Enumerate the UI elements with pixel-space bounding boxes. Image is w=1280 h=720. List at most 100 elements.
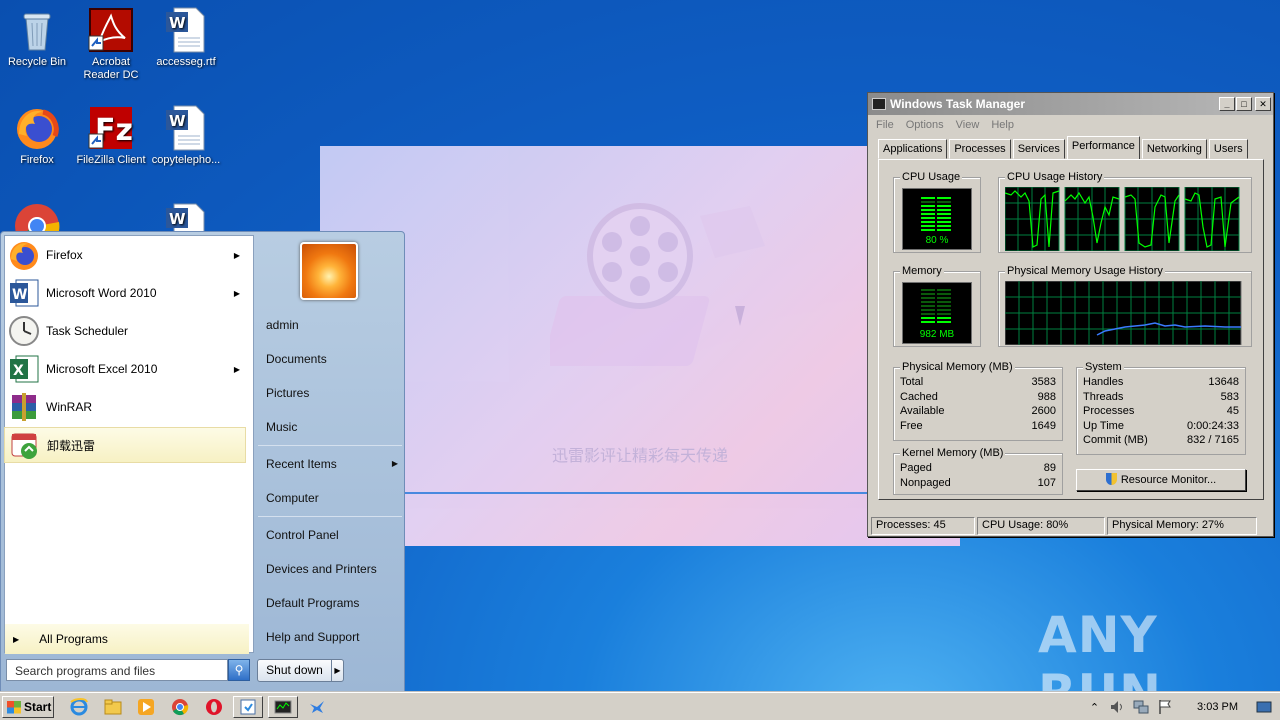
acrobat-icon — [87, 6, 135, 54]
search-icon[interactable]: ⚲ — [228, 659, 250, 681]
desktop-icon-accesseg[interactable]: W accesseg.rtf — [149, 6, 223, 69]
start-link-recent-items[interactable]: Recent Items ▶ — [266, 457, 398, 471]
tab-applications[interactable]: Applications — [878, 139, 948, 159]
start-link-pictures[interactable]: Pictures — [266, 386, 309, 400]
recycle-bin-icon — [13, 6, 61, 54]
tab-performance[interactable]: Performance — [1066, 136, 1140, 159]
xunlei-bird-icon[interactable] — [306, 697, 328, 717]
start-link-devices-printers[interactable]: Devices and Printers — [266, 562, 377, 576]
resource-monitor-button[interactable]: Resource Monitor... — [1076, 469, 1246, 491]
program-task-scheduler[interactable]: Task Scheduler — [4, 313, 246, 349]
program-label: Task Scheduler — [46, 324, 129, 338]
network-icon[interactable] — [1133, 699, 1149, 715]
tab-processes[interactable]: Processes — [949, 139, 1011, 159]
stat-value: 89 — [1043, 462, 1056, 474]
submenu-arrow-icon: ▶ — [233, 364, 240, 374]
xunlei-splash-window: 迅雷影评让精彩每天传递 — [320, 146, 960, 546]
task-manager-icon — [872, 98, 886, 110]
windows-logo-icon — [7, 700, 21, 714]
program-label: Firefox — [46, 248, 83, 262]
firefox-icon — [8, 239, 40, 271]
program-word-2010[interactable]: W Microsoft Word 2010 ▶ — [4, 275, 246, 311]
taskbar-task-manager[interactable] — [268, 696, 298, 718]
program-uninstall-xunlei[interactable]: 卸载迅雷 — [4, 427, 246, 463]
svg-text:W: W — [169, 14, 186, 32]
program-excel-2010[interactable]: X Microsoft Excel 2010 ▶ — [4, 351, 246, 387]
desktop-icon-filezilla[interactable]: Fz FileZilla Client — [74, 104, 148, 167]
show-desktop-icon[interactable] — [1256, 699, 1272, 715]
system-tray: ⌃ 3:03 PM — [1084, 696, 1276, 718]
submenu-arrow-icon: ▶ — [233, 250, 240, 260]
stat-label: Threads — [1083, 391, 1124, 403]
user-avatar[interactable] — [300, 242, 358, 300]
start-link-computer[interactable]: Computer — [266, 491, 319, 505]
volume-icon[interactable] — [1109, 699, 1125, 715]
stat-label: Nonpaged — [900, 477, 951, 489]
chrome-icon[interactable] — [169, 697, 191, 717]
ie-icon[interactable] — [68, 697, 90, 717]
stat-row: Threads 583 — [1083, 391, 1239, 403]
excel-icon: X — [8, 353, 40, 385]
stat-label: Available — [900, 405, 945, 417]
start-search-input[interactable]: Search programs and files — [6, 659, 228, 681]
start-link-default-programs[interactable]: Default Programs — [266, 596, 359, 610]
start-link-music[interactable]: Music — [266, 420, 297, 434]
kernel-memory-group: Kernel Memory (MB) Paged 89 Nonpaged 107 — [893, 447, 1063, 495]
program-firefox[interactable]: Firefox ▶ — [4, 237, 246, 273]
cpu-usage-meter: 80 % — [902, 188, 972, 250]
memory-history-graph — [1005, 281, 1242, 345]
task-manager-titlebar[interactable]: Windows Task Manager — [868, 93, 1273, 115]
desktop-icon-label: copytelepho... — [151, 154, 221, 166]
menu-options[interactable]: Options — [906, 119, 944, 131]
tab-services[interactable]: Services — [1012, 139, 1065, 159]
shutdown-button[interactable]: Shut down — [257, 659, 332, 682]
desktop-icon-acrobat[interactable]: Acrobat Reader DC — [74, 6, 148, 82]
close-button[interactable]: ✕ — [1255, 97, 1271, 111]
stat-value: 45 — [1226, 405, 1239, 417]
action-center-flag-icon[interactable] — [1157, 699, 1173, 715]
stat-row: Processes 45 — [1083, 405, 1239, 417]
desktop-icon-recycle-bin[interactable]: Recycle Bin — [0, 6, 74, 69]
start-link-admin[interactable]: admin — [266, 318, 299, 332]
program-winrar[interactable]: WinRAR — [4, 389, 246, 425]
shield-icon — [1105, 473, 1117, 485]
tab-strip: Applications Processes Services Performa… — [878, 136, 1250, 159]
program-label: Microsoft Excel 2010 — [46, 362, 158, 376]
start-link-control-panel[interactable]: Control Panel — [266, 528, 339, 542]
maximize-button[interactable]: □ — [1236, 97, 1252, 111]
system-group: System Handles 13648 Threads 583 Processes… — [1076, 361, 1246, 455]
desktop-icon-firefox[interactable]: Firefox — [0, 104, 74, 167]
desktop-icon-copytelepho[interactable]: W copytelepho... — [149, 104, 223, 167]
minimize-button[interactable]: _ — [1219, 97, 1235, 111]
menu-view[interactable]: View — [956, 119, 980, 131]
tab-users[interactable]: Users — [1208, 139, 1248, 159]
stat-row: Handles 13648 — [1083, 376, 1239, 388]
status-bar: Processes: 45 CPU Usage: 80% Physical Me… — [871, 517, 1271, 535]
shutdown-options-button[interactable]: ▶ — [331, 659, 344, 682]
stat-label: Commit (MB) — [1083, 434, 1148, 446]
desktop-icon-label: FileZilla Client — [76, 154, 146, 166]
opera-icon[interactable] — [203, 697, 225, 717]
desktop-icon-label: Recycle Bin — [7, 56, 67, 68]
all-programs-button[interactable]: ▶ All Programs — [5, 624, 249, 654]
start-link-help-support[interactable]: Help and Support — [266, 630, 359, 644]
group-title: CPU Usage History — [1005, 171, 1105, 183]
explorer-folder-icon[interactable] — [102, 697, 124, 717]
show-hidden-icons-icon[interactable]: ⌃ — [1090, 701, 1099, 714]
taskbar: Start ⌃ 3:03 PM — [0, 692, 1280, 720]
taskbar-uninstall-task[interactable] — [233, 696, 263, 718]
program-label: WinRAR — [46, 400, 93, 414]
start-link-documents[interactable]: Documents — [266, 352, 327, 366]
tab-networking[interactable]: Networking — [1141, 139, 1207, 159]
start-button[interactable]: Start — [2, 696, 54, 718]
menu-bar: File Options View Help — [868, 115, 1273, 135]
word-icon: W — [8, 277, 40, 309]
menu-file[interactable]: File — [876, 119, 894, 131]
arrow-right-icon: ▶ — [13, 634, 20, 644]
stat-value: 3583 — [1031, 376, 1056, 388]
cpu-usage-value: 80 % — [925, 235, 949, 246]
menu-help[interactable]: Help — [991, 119, 1014, 131]
clock[interactable]: 3:03 PM — [1197, 701, 1238, 713]
media-player-icon[interactable] — [135, 697, 157, 717]
submenu-arrow-icon: ▶ — [391, 459, 398, 468]
